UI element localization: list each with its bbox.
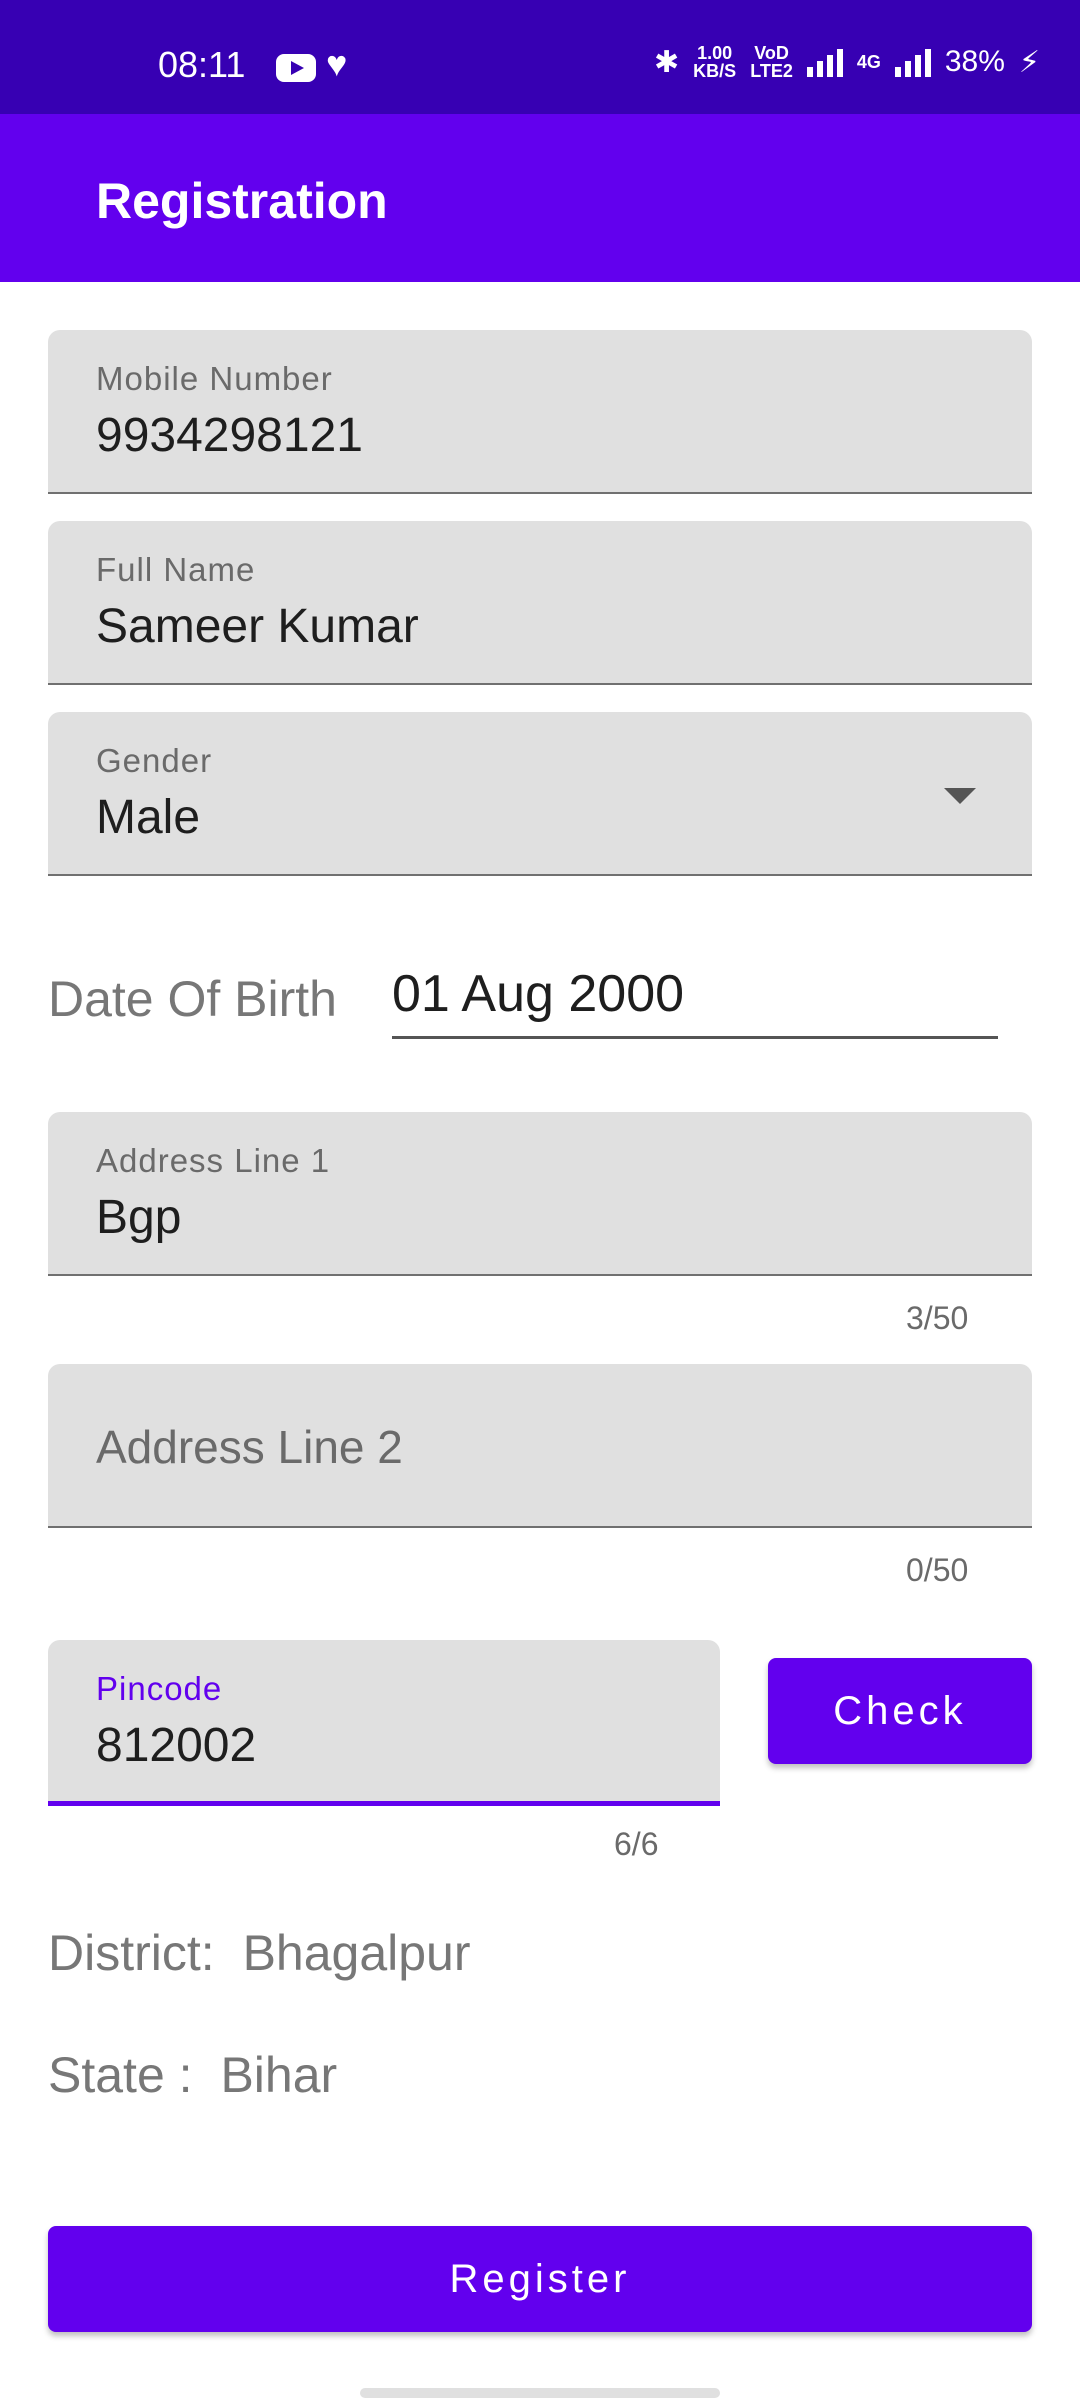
net-speed-value: 1.00 <box>697 43 733 63</box>
bluetooth-icon: ✱ <box>654 45 680 79</box>
state-label: State : <box>48 2047 193 2103</box>
signal-icon-2 <box>894 47 931 77</box>
heart-icon: ♥ <box>326 43 348 84</box>
address-line-1-field[interactable]: Address Line 1 Bgp <box>48 1112 1032 1276</box>
volte-top: VoD <box>754 43 789 63</box>
full-name-label: Full Name <box>96 551 256 588</box>
mobile-number-value: 9934298121 <box>96 409 363 462</box>
mobile-number-field[interactable]: Mobile Number 9934298121 <box>48 330 1032 494</box>
signal-icon <box>806 47 843 77</box>
youtube-icon <box>276 54 316 82</box>
address-line-2-placeholder: Address Line 2 <box>96 1421 403 1473</box>
network-type: 4G <box>856 52 881 72</box>
check-button[interactable]: Check <box>768 1658 1032 1764</box>
address-line-1-counter: 3/50 <box>906 1300 969 1336</box>
district-row: District: Bhagalpur <box>48 1924 471 1982</box>
pincode-label: Pincode <box>96 1670 223 1707</box>
pincode-field[interactable]: Pincode 812002 <box>48 1640 720 1806</box>
home-indicator[interactable] <box>360 2388 720 2398</box>
mobile-number-label: Mobile Number <box>96 360 333 397</box>
full-name-value: Sameer Kumar <box>96 600 419 653</box>
volte-bottom: LTE2 <box>750 61 793 81</box>
pincode-value: 812002 <box>96 1719 257 1772</box>
address-line-1-value: Bgp <box>96 1191 182 1244</box>
state-row: State : Bihar <box>48 2046 337 2104</box>
address-line-2-field[interactable]: Address Line 2 <box>48 1364 1032 1528</box>
full-name-field[interactable]: Full Name Sameer Kumar <box>48 521 1032 685</box>
volte-badge: VoD LTE2 <box>750 44 793 80</box>
gender-dropdown[interactable]: Gender Male <box>48 712 1032 876</box>
district-label: District: <box>48 1925 215 1981</box>
battery-percent: 38% <box>944 45 1005 78</box>
gender-label: Gender <box>96 742 213 779</box>
gender-value: Male <box>96 791 201 844</box>
state-value: Bihar <box>220 2047 338 2103</box>
address-line-2-counter: 0/50 <box>906 1552 969 1588</box>
district-value: Bhagalpur <box>242 1925 471 1981</box>
app-bar: Registration <box>0 114 1080 282</box>
dob-input[interactable]: 01 Aug 2000 <box>392 964 684 1024</box>
net-speed: 1.00 KB/S <box>693 44 736 80</box>
pincode-counter: 6/6 <box>614 1826 659 1862</box>
net-speed-unit: KB/S <box>693 61 737 81</box>
address-line-1-label: Address Line 1 <box>96 1142 331 1179</box>
page-title: Registration <box>96 173 388 229</box>
dob-label: Date Of Birth <box>48 971 337 1027</box>
dropdown-arrow-icon <box>944 788 976 804</box>
status-bar: 08:11 ♥ ✱ 1.00 KB/S VoD LTE2 4G 38% ⚡ <box>0 0 1080 114</box>
status-icons: ✱ 1.00 KB/S VoD LTE2 4G 38% ⚡ <box>654 42 1040 82</box>
status-time: 08:11 <box>158 44 246 85</box>
register-button[interactable]: Register <box>48 2226 1032 2332</box>
charging-icon: ⚡ <box>1018 45 1040 79</box>
dob-underline <box>392 1036 998 1039</box>
